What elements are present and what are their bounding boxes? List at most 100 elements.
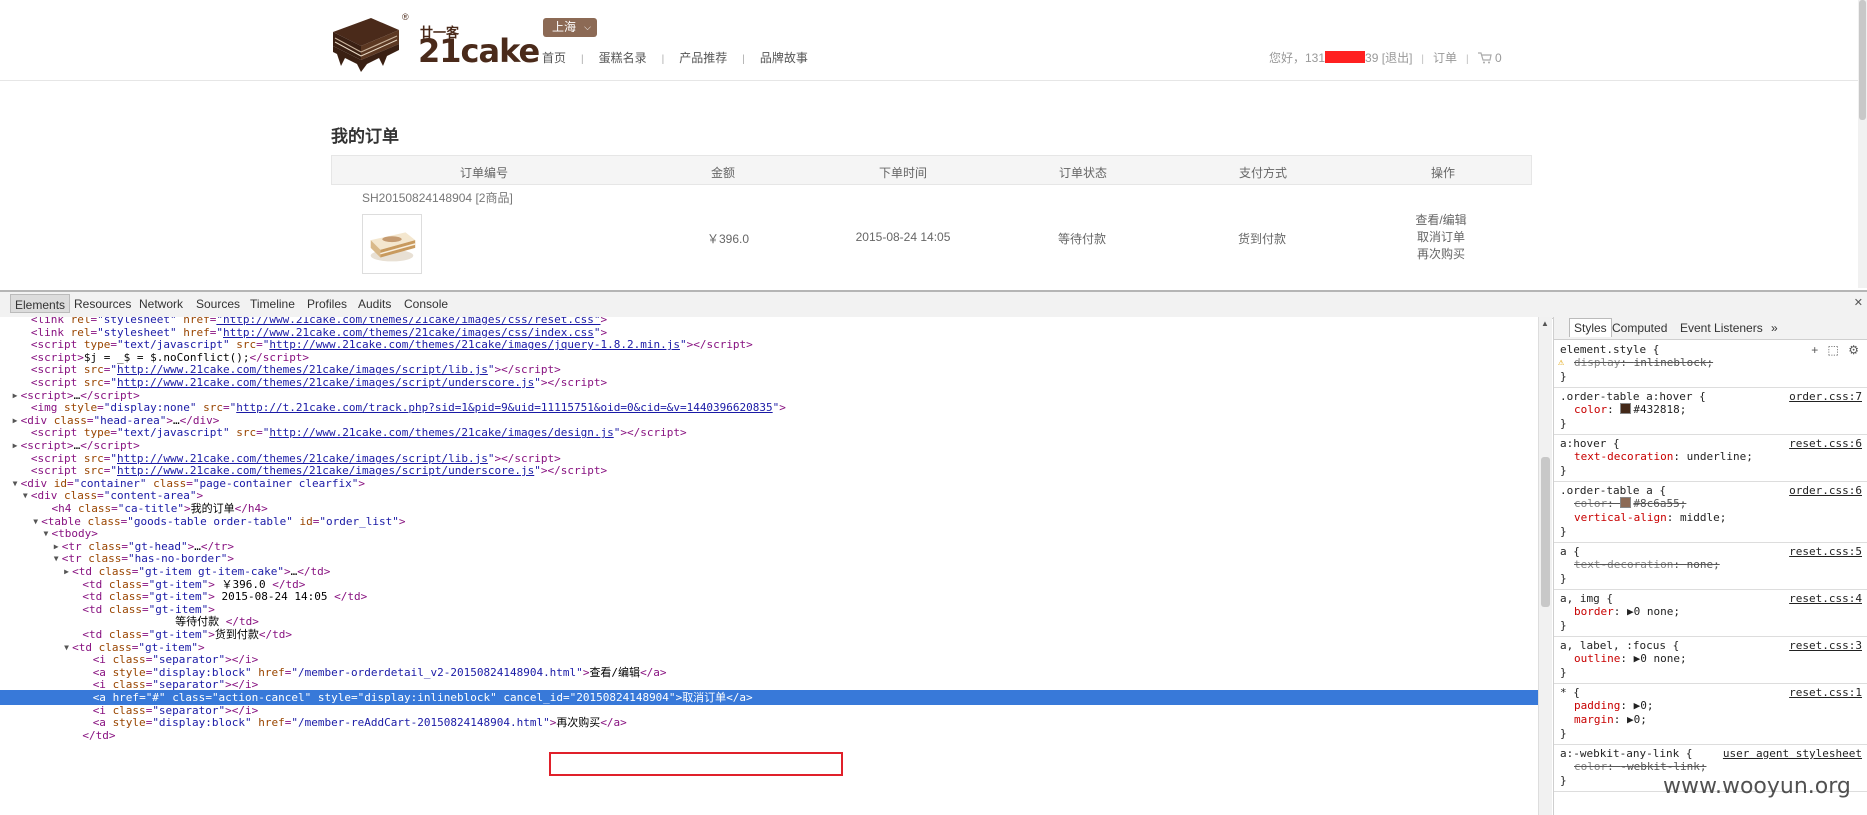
logo-text[interactable]: 21cake [418,32,540,70]
chevron-down-icon: ⌵ [584,22,591,32]
css-rule: a:hover {reset.css:6 text-decoration: und… [1554,435,1867,482]
css-rule: a, img {reset.css:4 border: ▶0 none;} [1554,590,1867,637]
column-header-order-time: 下单时间 [878,166,928,180]
tab-computed[interactable]: Computed [1612,321,1667,335]
watermark: www.wooyun.org [1663,774,1851,799]
more-tabs-icon[interactable]: » [1771,321,1778,335]
column-header-order-status: 订单状态 [1058,166,1108,180]
dom-node[interactable]: </td> [0,728,1538,743]
tab-timeline[interactable]: Timeline [250,297,295,311]
tab-elements[interactable]: Elements [10,294,71,313]
tab-styles[interactable]: Styles [1569,318,1612,337]
logo-registered: ® [402,12,409,22]
nav-separator: | [661,54,665,65]
nav-item-home[interactable]: 首页 [542,51,566,65]
order-payment: 货到付款 [1237,232,1287,246]
css-source-link[interactable]: reset.css:3 [1789,639,1862,652]
css-property[interactable]: border: ▶0 none; [1560,605,1862,619]
user-separator: | [1421,54,1425,65]
main-nav: 首页 | 蛋糕名录 | 产品推荐 | 品牌故事 [542,49,808,66]
tab-profiles[interactable]: Profiles [307,297,347,311]
css-rule: element.style {⚠ display: inlineblock;} [1554,341,1867,388]
user-separator: | [1466,54,1469,65]
cake-thumbnail[interactable] [362,214,422,274]
nav-item-cake-catalog[interactable]: 蛋糕名录 [599,51,647,65]
phone-suffix: 39 [1365,51,1379,65]
tab-sources[interactable]: Sources [196,297,240,311]
nav-separator: | [742,54,745,65]
view-edit-link[interactable]: 查看/编辑 [1415,212,1466,229]
css-rule: .order-table a {order.css:6 color: #8c6a5… [1554,482,1867,543]
css-property[interactable]: padding: ▶0; [1560,699,1862,713]
column-header-payment: 支付方式 [1238,166,1288,180]
css-property[interactable]: color: #8c6a55; [1560,497,1862,511]
site-header: ® 廿一客 21cake 上海 ⌵ 首页 | 蛋糕名录 | 产品推荐 | 品牌故事 您好，1… [0,0,1867,81]
tab-network[interactable]: Network [139,297,183,311]
css-rule: .order-table a:hover {order.css:7 color: … [1554,388,1867,435]
style-rules-list: element.style {⚠ display: inlineblock;} .o… [1554,341,1867,792]
order-table-header: 订单编号 金额 下单时间 订单状态 支付方式 操作 [331,155,1532,185]
city-selector[interactable]: 上海 ⌵ [543,18,597,37]
column-header-order-id: 订单编号 [459,166,509,180]
color-swatch[interactable] [1620,497,1632,508]
user-greeting: 您好，131 [1269,51,1326,65]
scroll-up-icon[interactable]: ▲ [1541,319,1549,328]
scrollbar-thumb[interactable] [1541,457,1550,607]
reorder-link[interactable]: 再次购买 [1415,246,1466,263]
nav-item-recommend[interactable]: 产品推荐 [679,51,727,65]
order-status: 等待付款 [1057,232,1107,246]
css-rule: a {reset.css:5 text-decoration: none;} [1554,543,1867,590]
css-property[interactable]: vertical-align: middle; [1560,511,1862,525]
nav-item-brand-story[interactable]: 品牌故事 [760,51,808,65]
css-property[interactable]: text-decoration: underline; [1560,450,1862,464]
scrollbar-thumb[interactable] [1859,0,1866,120]
devtools-tabbar: Elements Resources Network Sources Timel… [0,290,1867,319]
css-property[interactable]: outline: ▶0 none; [1560,652,1862,666]
warning-icon: ⚠ [1558,357,1565,368]
cart-count[interactable]: 0 [1495,51,1502,65]
tab-console[interactable]: Console [404,297,448,311]
cart-icon[interactable] [1477,52,1492,64]
column-header-actions: 操作 [1430,166,1456,180]
tab-event-listeners[interactable]: Event Listeners [1680,321,1763,335]
page-scrollbar[interactable] [1858,0,1867,288]
tab-audits[interactable]: Audits [358,297,391,311]
elements-panel[interactable]: <link rel="stylesheet" href="http://www.… [0,317,1538,815]
color-swatch[interactable] [1620,403,1632,414]
user-bar: 您好，131 39 [退出] | 订单 | 0 [1269,49,1502,66]
orders-link[interactable]: 订单 [1433,51,1457,65]
css-source-link[interactable]: order.css:6 [1789,484,1862,497]
css-property[interactable]: color: -webkit-link; [1560,760,1862,774]
css-property[interactable]: text-decoration: none; [1560,558,1862,572]
column-header-amount: 金额 [710,166,736,180]
css-rule: * {reset.css:1 padding: ▶0; margin: ▶0;} [1554,684,1867,745]
css-source-link[interactable]: reset.css:5 [1789,545,1862,558]
redacted-phone [1325,51,1366,63]
css-source-link[interactable]: reset.css:6 [1789,437,1862,450]
order-amount: ￥396.0 [706,232,750,246]
close-icon[interactable]: ✕ [1854,296,1863,309]
page-title: 我的订单 [331,127,399,146]
css-selector[interactable]: element.style { [1560,343,1862,356]
css-source-link[interactable]: user agent stylesheet [1723,747,1862,760]
css-property[interactable]: margin: ▶0; [1560,713,1862,727]
elements-scrollbar[interactable]: ▲ [1538,317,1552,815]
nav-separator: | [581,54,584,65]
css-rule: a, label, :focus {reset.css:3 outline: ▶0… [1554,637,1867,684]
web-page: ® 廿一客 21cake 上海 ⌵ 首页 | 蛋糕名录 | 产品推荐 | 品牌故事 您好，1… [0,0,1867,288]
highlight-box [549,752,843,776]
tab-resources[interactable]: Resources [74,297,131,311]
styles-tabbar: Styles Computed Event Listeners » [1554,317,1867,340]
city-label: 上海 [552,20,577,34]
cancel-order-link[interactable]: 取消订单 [1415,229,1466,246]
css-property[interactable]: ⚠ display: inlineblock; [1558,356,1862,370]
order-time: 2015-08-24 14:05 [855,230,951,244]
styles-pane: Styles Computed Event Listeners » + ⬚ ⚙ … [1553,317,1867,815]
css-source-link[interactable]: order.css:7 [1789,390,1862,403]
css-source-link[interactable]: reset.css:4 [1789,592,1862,605]
css-source-link[interactable]: reset.css:1 [1789,686,1862,699]
logout-link[interactable]: [退出] [1382,51,1413,65]
order-actions: 查看/编辑 取消订单 再次购买 [1415,212,1466,263]
order-number: SH20150824148904 [2商品] [362,191,513,205]
css-property[interactable]: color: #432818; [1560,403,1862,417]
